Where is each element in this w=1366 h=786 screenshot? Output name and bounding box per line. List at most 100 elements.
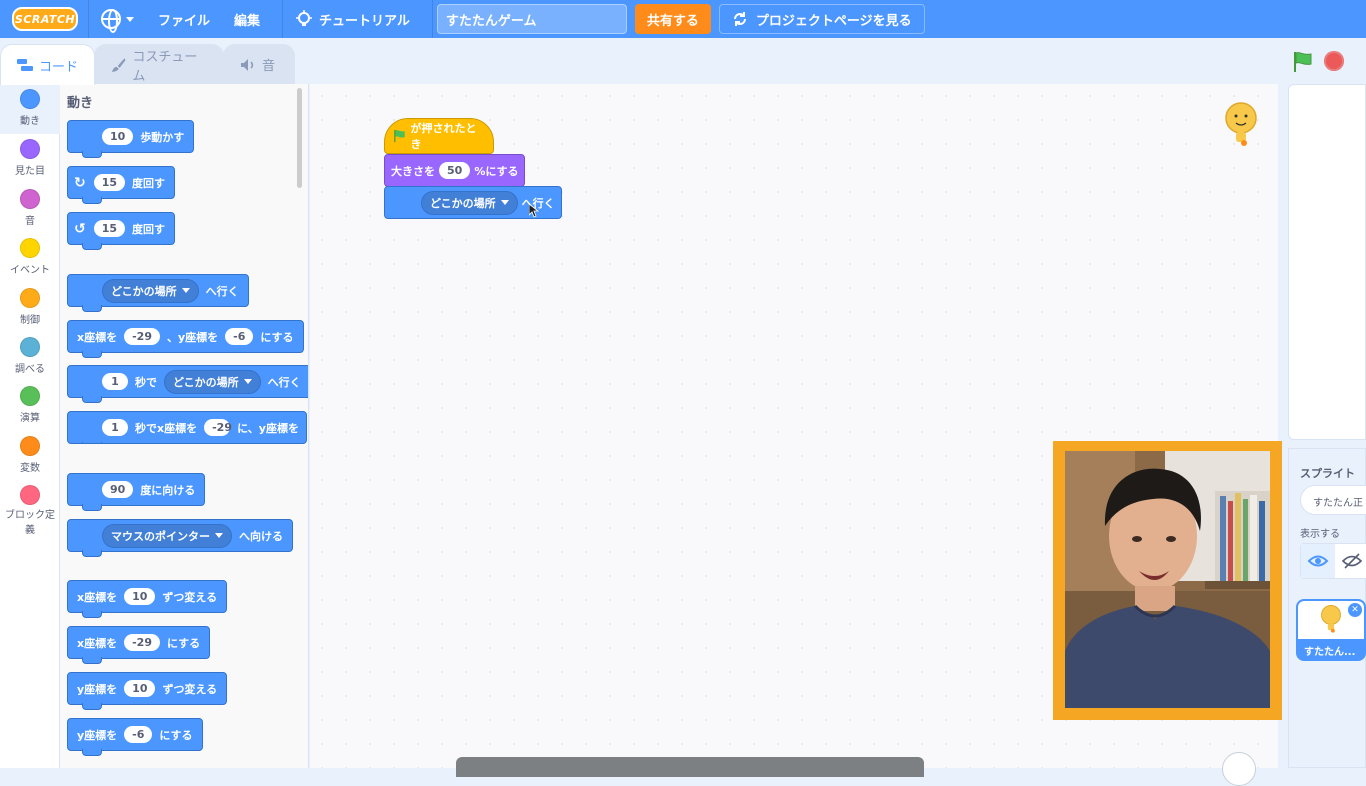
block-label: にする [159,728,193,742]
glide-xy-block[interactable]: 1 秒でx座標を -29 に、y座標を [67,411,307,444]
block-input[interactable]: 10 [124,680,156,697]
tutorials-menu[interactable]: チュートリアル [283,0,422,38]
see-project-page-button[interactable]: プロジェクトページを見る [718,4,925,34]
palette-heading: 動き [67,96,94,111]
block-input[interactable]: 10 [102,128,134,145]
project-title-input[interactable] [436,4,627,34]
category-label: 見た目 [15,166,45,177]
block-input[interactable]: 10 [124,588,156,605]
category-sound[interactable]: 音 [0,189,60,227]
category-sensing[interactable]: 調べる [0,337,60,375]
brush-icon [111,57,126,72]
category-events[interactable]: イベント [0,238,60,276]
block-input[interactable]: 15 [93,220,126,237]
file-menu[interactable]: ファイル [146,0,222,38]
block-label: 秒で [135,375,157,389]
when-flag-clicked-block[interactable]: が押されたとき [384,118,494,154]
category-looks[interactable]: 見た目 [0,139,60,177]
tutorials-label: チュートリアル [319,13,410,29]
point-direction-block[interactable]: 90 度に向ける [67,473,206,511]
glide-dropdown[interactable]: どこかの場所 [164,369,261,394]
block-label: x座標を [77,636,118,650]
change-x-block[interactable]: x座標を 10 ずつ変える [67,580,228,618]
block-input[interactable]: -29 [204,419,232,436]
tab-sounds[interactable]: 音 [223,44,296,84]
goto-dropdown[interactable]: どこかの場所 [421,190,518,215]
sprite-preview-icon [1225,102,1257,146]
category-control[interactable]: 制御 [0,288,60,326]
category-label: イベント [10,265,50,276]
show-toggle[interactable] [1300,543,1366,579]
sprite-heading: スプライト [1300,467,1355,480]
category-label: ブロック定義 [5,510,55,536]
block-label: x座標を [77,330,118,344]
chevron-down-icon [215,533,223,538]
chevron-down-icon [126,16,134,22]
category-variables[interactable]: 変数 [0,436,60,474]
block-input[interactable]: 1 [102,373,128,390]
goto-xy-block[interactable]: x座標を -29 、y座標を -6 にする [67,320,304,358]
sprite-name-field[interactable]: すたたん正 [1300,485,1366,515]
edit-menu[interactable]: 編集 [222,0,272,38]
point-towards-dropdown[interactable]: マウスのポインター [102,523,232,548]
stop-button[interactable] [1324,51,1344,71]
menu-bar: SCRATCH ファイル 編集 チュートリアル 共有する プロジェクトページを見… [0,0,1366,38]
block-input[interactable]: 15 [93,174,126,191]
category-my-blocks-dot [20,485,40,505]
scratch-logo[interactable]: SCRATCH [12,7,78,31]
delete-sprite-icon[interactable]: ✕ [1348,603,1362,617]
video-controls-bar[interactable] [456,757,924,777]
eye-off-icon[interactable] [1335,544,1366,578]
set-size-block[interactable]: 大きさを 50 %にする [384,154,526,187]
block-label: へ向ける [239,529,283,543]
set-x-block[interactable]: x座標を -29 にする [67,626,211,664]
category-label: 音 [25,216,35,227]
goto-dropdown[interactable]: どこかの場所 [102,278,199,303]
category-operators-dot [20,386,40,406]
set-y-block[interactable]: y座標を -6 にする [67,718,203,756]
block-label: へ行く [267,375,301,389]
point-towards-block[interactable]: マウスのポインター へ向ける [67,519,293,557]
block-input[interactable]: 50 [439,162,471,179]
code-blocks-icon [17,59,33,71]
block-label: x座標を [77,590,118,604]
category-label: 変数 [20,463,40,474]
green-flag-icon[interactable] [1292,51,1314,73]
language-menu[interactable] [89,0,146,38]
dropdown-label: どこかの場所 [173,375,239,389]
block-input[interactable]: -6 [225,328,254,345]
palette-scrollbar[interactable] [297,88,302,188]
move-steps-block[interactable]: 10 歩動かす [67,120,195,158]
category-label: 調べる [15,364,45,375]
block-label: 度に向ける [140,483,196,497]
tab-code-label: コード [39,59,79,75]
block-input[interactable]: -29 [124,634,160,651]
share-button[interactable]: 共有する [634,4,711,34]
turn-right-block[interactable]: ↻ 15 度回す [67,166,176,204]
block-input[interactable]: 1 [102,419,128,436]
goto-block[interactable]: どこかの場所 へ行く [67,274,249,312]
tab-code[interactable]: コード [0,44,96,85]
eye-icon[interactable] [1301,544,1335,578]
category-control-dot [20,288,40,308]
rotate-left-icon: ↺ [74,220,86,237]
sprite-thumbnail[interactable]: すたたん... ✕ [1296,599,1366,661]
turn-left-block[interactable]: ↺ 15 度回す [67,212,176,250]
block-input[interactable]: 90 [102,481,134,498]
block-input[interactable]: -6 [124,726,153,743]
stage[interactable] [1288,84,1366,440]
block-label: ずつ変える [162,682,218,696]
block-input[interactable]: -29 [124,328,160,345]
category-operators[interactable]: 演算 [0,386,60,424]
zoom-reset-button[interactable] [1222,752,1256,786]
change-y-block[interactable]: y座標を 10 ずつ変える [67,672,228,710]
category-my-blocks[interactable]: ブロック定義 [0,485,60,538]
glide-to-block[interactable]: 1 秒で どこかの場所 へ行く [67,365,308,403]
block-label: に、y座標を [237,421,299,435]
rotate-right-icon: ↻ [74,174,86,191]
chevron-down-icon [243,379,252,384]
chevron-down-icon [500,200,509,205]
thumbnail-label: すたたん... [1304,647,1356,658]
tab-costumes[interactable]: コスチューム [94,44,225,84]
category-motion[interactable]: 動き [0,84,60,134]
